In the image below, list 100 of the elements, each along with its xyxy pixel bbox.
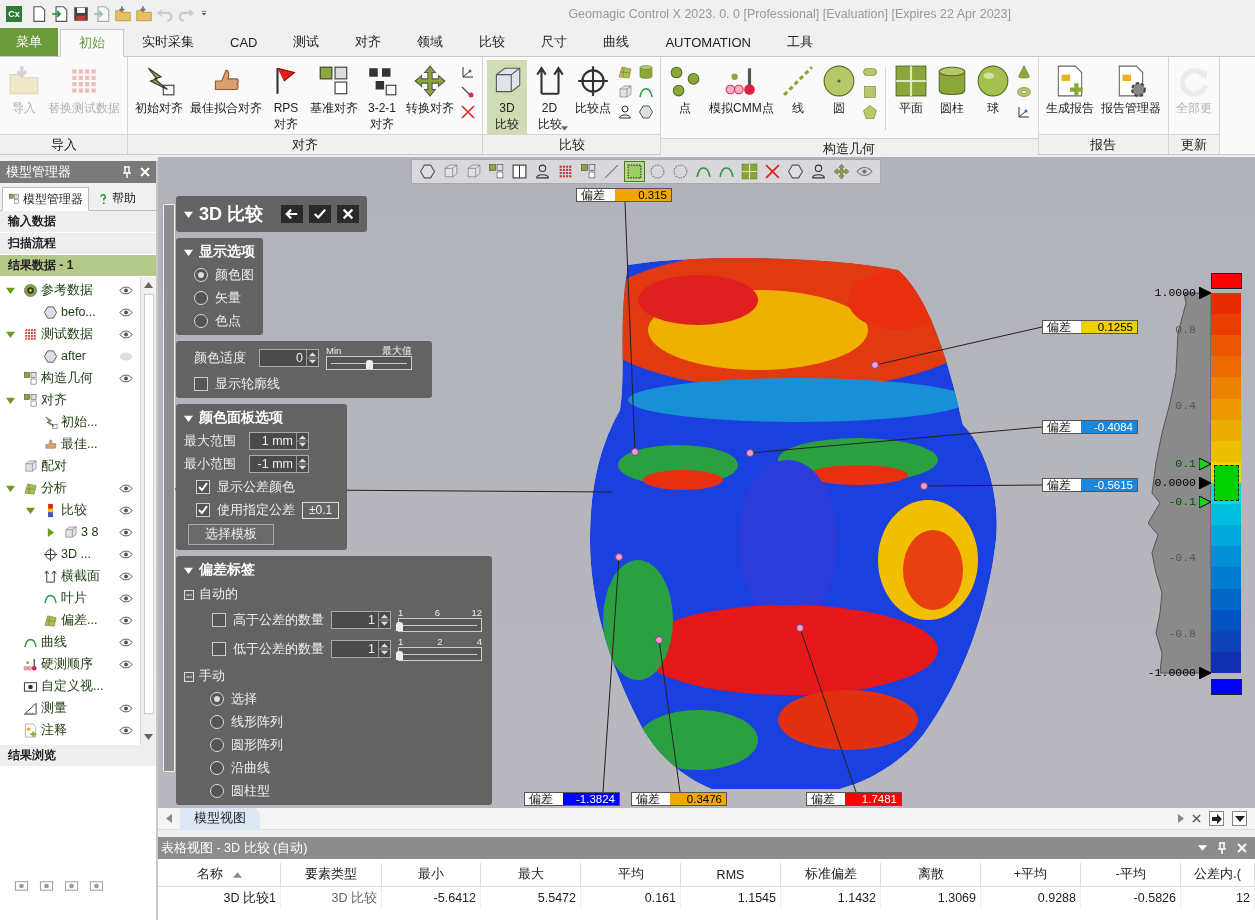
ribbon-tab[interactable]: 曲线 [585, 28, 648, 56]
radio-button[interactable] [194, 291, 208, 305]
ok-button[interactable] [309, 205, 331, 223]
tree-item[interactable]: 比较 [61, 501, 109, 519]
tree-item[interactable]: 测量 [41, 699, 109, 717]
checkbox[interactable] [194, 377, 208, 391]
radio-button[interactable] [210, 784, 224, 798]
ribbon-button[interactable]: 球 [972, 60, 1013, 132]
quick-access-button[interactable] [30, 5, 48, 23]
number-field[interactable]: 1 mm [249, 432, 309, 450]
quick-access-button[interactable] [51, 5, 69, 23]
tree-item[interactable]: 配对 [41, 457, 109, 475]
number-field[interactable]: -1 mm [249, 455, 309, 473]
tree-item[interactable]: 参考数据 [41, 281, 109, 299]
ribbon-button[interactable]: 转换对齐 [403, 60, 457, 132]
slider-thumb[interactable] [396, 651, 403, 660]
small-tool-button[interactable] [638, 104, 654, 120]
number-field[interactable]: 0 [259, 349, 319, 367]
ribbon-tab[interactable]: 尺寸 [523, 28, 586, 56]
small-tool-button[interactable] [460, 84, 476, 100]
cancel-button[interactable] [337, 205, 359, 223]
column-header[interactable]: 要素类型 [281, 863, 382, 887]
radio-button[interactable] [194, 268, 208, 282]
next-view-button[interactable] [1209, 811, 1224, 826]
ribbon-button[interactable]: 线 [777, 60, 818, 132]
section-header[interactable]: 结果数据 - 1 [0, 255, 156, 277]
camera-button[interactable] [64, 878, 79, 893]
ribbon-button[interactable]: 模拟CMM点 [706, 60, 777, 132]
tree-item[interactable]: 构造几何 [41, 369, 109, 387]
ribbon-button[interactable]: 3-2-1 对齐 [362, 60, 402, 134]
ribbon-button[interactable]: 圆柱 [931, 60, 972, 132]
ribbon-button[interactable]: 平面 [890, 60, 931, 132]
ribbon-button[interactable]: 生成报告 [1042, 60, 1097, 132]
radio-button[interactable] [210, 692, 224, 706]
ribbon-tab[interactable]: 对齐 [337, 28, 400, 56]
slider-track[interactable] [398, 618, 482, 632]
slider-track[interactable] [326, 356, 412, 370]
ribbon-tab[interactable]: 实时采集 [124, 28, 212, 56]
ribbon-tab[interactable]: 比较 [461, 28, 524, 56]
column-header[interactable]: 最大 [481, 863, 581, 887]
tree-item[interactable]: 横截面 [61, 567, 109, 585]
ribbon-button[interactable]: 初始对齐 [132, 60, 186, 132]
ribbon-button[interactable]: 圆 [818, 60, 859, 132]
tree-item[interactable]: 自定义视... [41, 677, 109, 695]
tolerance-field[interactable]: ±0.1 [302, 501, 340, 519]
column-header[interactable]: 最小 [382, 863, 481, 887]
toolbar-button[interactable] [510, 162, 529, 181]
tree-item[interactable]: 最佳... [61, 435, 109, 453]
camera-button[interactable] [14, 878, 29, 893]
slider-thumb[interactable] [366, 360, 373, 369]
tree-item[interactable]: after [61, 349, 109, 363]
radio-button[interactable] [210, 715, 224, 729]
ribbon-tab[interactable]: 测试 [275, 28, 338, 56]
slider-thumb[interactable] [396, 622, 403, 631]
tree-item[interactable]: 3 8 [81, 525, 109, 539]
tree-item[interactable]: 对齐 [41, 391, 109, 409]
column-header[interactable]: 标准偏差 [781, 863, 881, 887]
select-template-button[interactable]: 选择模板 [188, 524, 274, 545]
camera-button[interactable] [39, 878, 54, 893]
column-header[interactable]: -平均 [1081, 863, 1181, 887]
radio-button[interactable] [210, 761, 224, 775]
column-header[interactable]: +平均 [981, 863, 1081, 887]
column-header[interactable]: RMS [681, 863, 781, 887]
ribbon-button[interactable]: 点 [665, 60, 705, 132]
tree-item[interactable]: 硬测顺序 [41, 655, 109, 673]
slider-track[interactable] [398, 647, 482, 661]
checkbox[interactable] [196, 503, 210, 517]
section-header[interactable]: 结果浏览 [0, 745, 156, 767]
tree-item[interactable]: 曲线 [41, 633, 109, 651]
checkbox[interactable] [212, 642, 226, 656]
tree-item[interactable]: 注释 [41, 721, 109, 739]
tree-item[interactable]: 分析 [41, 479, 109, 497]
panel-tab[interactable]: 模型管理器 [2, 187, 89, 211]
checkbox[interactable] [196, 480, 210, 494]
ribbon-tab[interactable]: CAD [212, 28, 276, 56]
toolbar-button[interactable] [809, 162, 828, 181]
ribbon-button[interactable]: 报告管理器 [1097, 60, 1164, 132]
tree-item[interactable]: 初始... [61, 413, 109, 431]
column-header[interactable]: 公差内.( [1181, 863, 1255, 887]
section-header[interactable]: 输入数据 [0, 211, 156, 233]
scroll-thumb[interactable] [143, 294, 154, 714]
small-tool-button[interactable] [617, 104, 633, 120]
radio-button[interactable] [210, 738, 224, 752]
quick-access-button[interactable] [72, 5, 90, 23]
view-menu-button[interactable] [1232, 811, 1247, 826]
tree-item[interactable]: 偏差... [61, 611, 109, 629]
scrollbar[interactable] [140, 277, 156, 745]
tree-item[interactable]: befo... [61, 305, 109, 319]
column-header[interactable]: 平均 [581, 863, 681, 887]
tree-item[interactable]: 测试数据 [41, 325, 109, 343]
ribbon-button[interactable]: RPS 对齐 [266, 60, 306, 134]
ribbon-button[interactable]: 基准对齐 [307, 60, 361, 132]
ribbon-tab[interactable]: 工具 [768, 28, 831, 56]
camera-button[interactable] [89, 878, 104, 893]
view-tab[interactable]: 模型视图 [180, 807, 260, 830]
ribbon-button[interactable]: 3D 比较 [487, 60, 527, 134]
column-header[interactable]: 离散 [881, 863, 981, 887]
column-header[interactable]: 名称 [158, 863, 281, 887]
checkbox[interactable] [212, 613, 226, 627]
tree-item[interactable]: 3D ... [61, 547, 109, 561]
